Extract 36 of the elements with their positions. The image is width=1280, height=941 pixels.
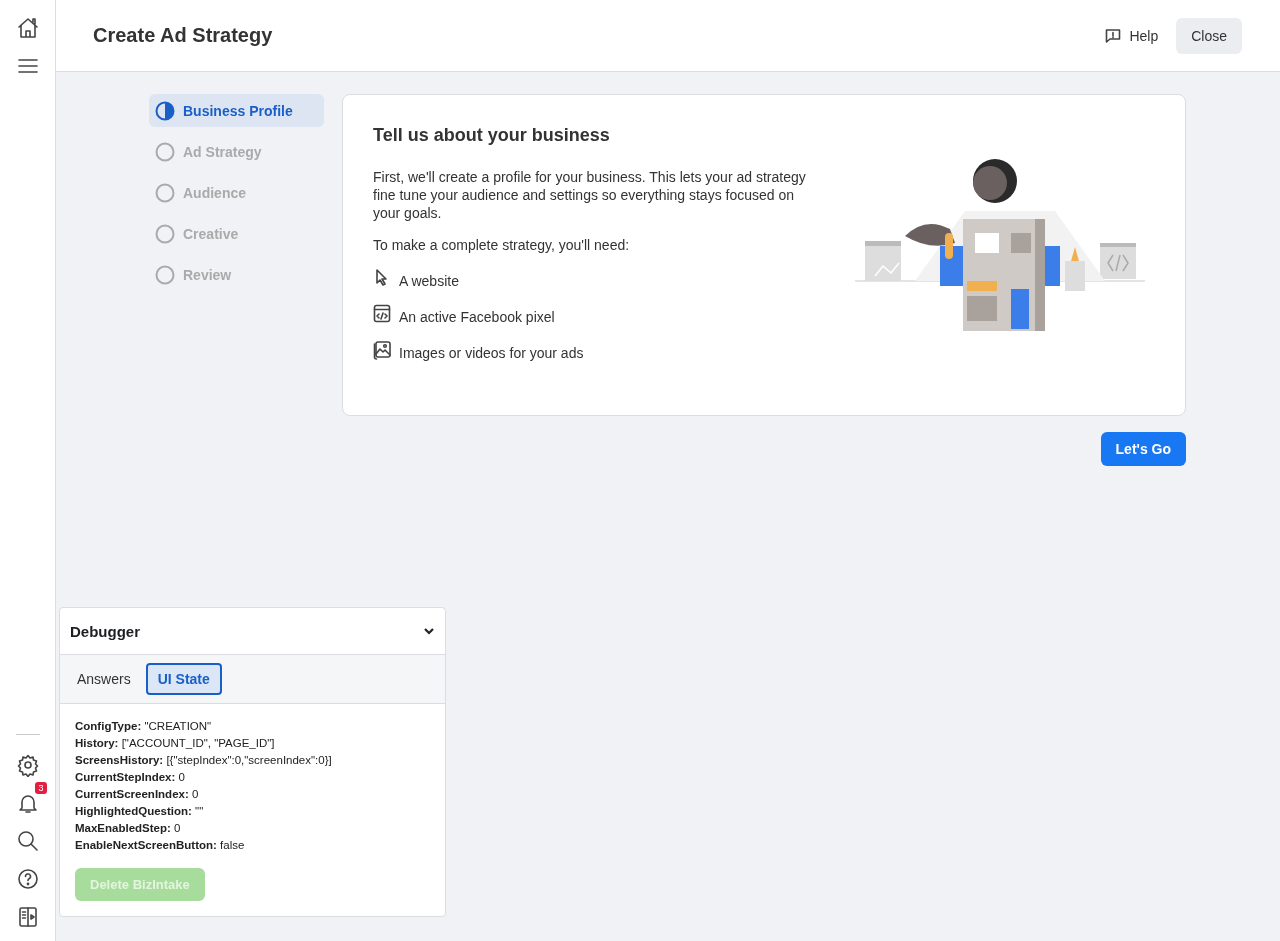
card-title: Tell us about your business: [373, 125, 611, 146]
intro-text: First, we'll create a profile for your business. This lets your ad strategy fine tune your audience and settings so everything stays focused on your goals.: [373, 168, 807, 222]
state-field: MaxEnabledStep: 0: [75, 820, 430, 837]
requirement-text: An active Facebook pixel: [399, 308, 555, 325]
search-icon[interactable]: [15, 829, 40, 853]
state-field: History: ["ACCOUNT_ID", "PAGE_ID"]: [75, 735, 430, 752]
requirement-text: A website: [399, 272, 459, 289]
image-icon: [373, 340, 391, 360]
page-title: Create Ad Strategy: [93, 24, 274, 47]
code-window-icon: [373, 304, 391, 324]
circle-icon: [155, 223, 175, 244]
circle-icon: [155, 141, 175, 162]
help-button[interactable]: Help: [1101, 23, 1163, 48]
lets-go-button[interactable]: Let's Go: [1100, 432, 1186, 466]
notification-badge: 3: [35, 782, 47, 794]
requirements-label: To make a complete strategy, you'll need:: [373, 236, 631, 254]
state-field: EnableNextScreenButton: false: [75, 837, 430, 854]
help-icon[interactable]: [15, 867, 40, 891]
state-field: CurrentStepIndex: 0: [75, 769, 430, 786]
circle-icon: [155, 264, 175, 285]
circle-icon: [155, 182, 175, 203]
settings-icon[interactable]: [15, 753, 40, 777]
chevron-icon[interactable]: [423, 625, 435, 637]
step-item[interactable]: Business Profile: [149, 94, 324, 127]
debugger-tab[interactable]: Answers: [70, 663, 138, 695]
close-button[interactable]: Close: [1176, 17, 1242, 54]
state-field: ConfigType: "CREATION": [75, 718, 430, 735]
state-field: ScreensHistory: [{"stepIndex":0,"screenIndex":0}]: [75, 752, 430, 769]
state-field: CurrentScreenIndex: 0: [75, 786, 430, 803]
half-filled-circle-icon: [155, 100, 175, 121]
feedback-icon: [1105, 27, 1122, 44]
debugger-tab[interactable]: UI State: [145, 663, 222, 695]
home-icon[interactable]: [15, 16, 40, 40]
requirement-text: Images or videos for your ads: [399, 344, 584, 361]
state-field: HighlightedQuestion: "": [75, 803, 430, 820]
debugger-title: Debugger: [70, 622, 141, 640]
